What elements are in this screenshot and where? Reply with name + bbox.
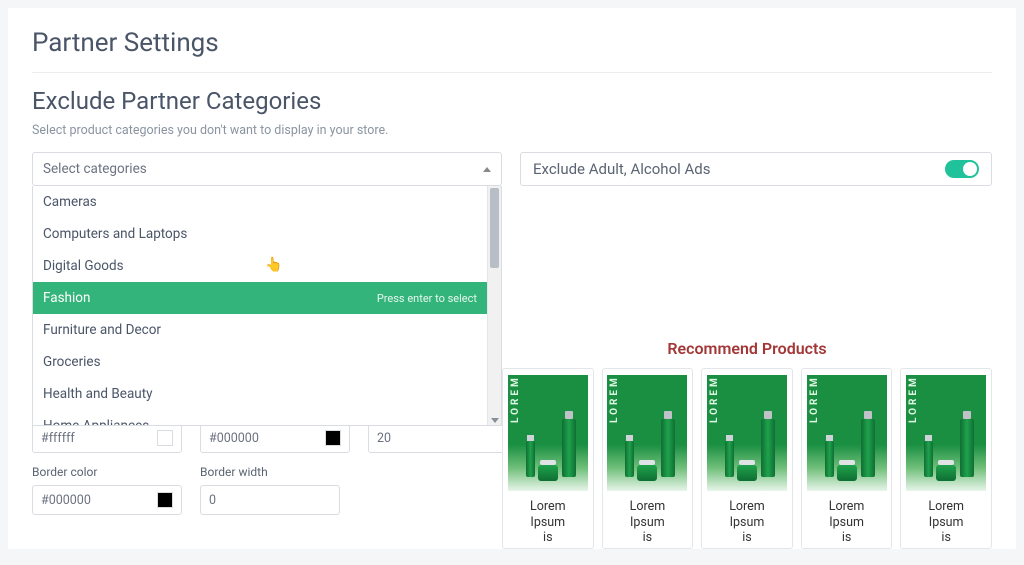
dropdown-scrollbar[interactable] [487,186,501,425]
category-option-groceries[interactable]: Groceries [33,346,487,378]
product-name-line: is [507,530,589,546]
category-option-label: Cameras [43,194,97,210]
product-name: Lorem Ipsum is [607,499,689,546]
jar-icon [538,465,558,481]
bottle-small-icon [625,441,634,477]
text-color-swatch[interactable] [325,430,341,446]
border-color-input[interactable]: #000000 [32,485,182,515]
category-option-label: Groceries [43,354,101,370]
product-name-line: Ipsum [607,515,689,531]
toggle-column: Exclude Adult, Alcohol Ads [520,152,992,186]
bottle-large-icon [562,419,576,477]
border-width-label: Border width [200,465,340,479]
category-select-column: Select categories Cameras Computers and … [32,152,502,186]
product-name-line: Lorem [507,499,589,515]
category-option-cameras[interactable]: Cameras [33,186,487,218]
product-name-line: is [806,530,888,546]
product-card[interactable]: Lorem Ipsum is [801,368,893,549]
category-option-health-beauty[interactable]: Health and Beauty [33,378,487,410]
category-dropdown: Cameras Computers and Laptops Digital Go… [32,186,502,426]
chevron-down-icon [491,418,499,423]
bottle-small-icon [526,441,535,477]
number-input[interactable]: 20 [368,423,508,453]
preview-panel: Recommend Products Lorem Ipsum is [502,339,992,549]
category-select[interactable]: Select categories [32,152,502,186]
product-name: Lorem Ipsum is [905,499,987,546]
category-option-computers[interactable]: Computers and Laptops [33,218,487,250]
product-name-line: Lorem [607,499,689,515]
page-title: Partner Settings [32,28,992,73]
product-name: Lorem Ipsum is [507,499,589,546]
category-option-furniture[interactable]: Furniture and Decor [33,314,487,346]
bottle-small-icon [825,441,834,477]
product-card[interactable]: Lorem Ipsum is [900,368,992,549]
category-option-label: Furniture and Decor [43,322,161,338]
scrollbar-thumb[interactable] [490,188,499,268]
exclude-categories-title: Exclude Partner Categories [32,87,992,115]
text-color-input[interactable]: #000000 [200,423,350,453]
product-name-line: Ipsum [905,515,987,531]
settings-card: Partner Settings Exclude Partner Categor… [8,8,1016,549]
category-option-home-appliances[interactable]: Home Appliances [33,410,487,425]
border-width-input[interactable]: 0 [200,485,340,515]
product-card[interactable]: Lorem Ipsum is [602,368,694,549]
product-image [607,375,687,491]
product-image [906,375,986,491]
product-image [807,375,887,491]
style-form: #ffffff #000000 20 Border color #000000 … [32,423,512,515]
category-select-placeholder: Select categories [43,161,147,177]
product-name: Lorem Ipsum is [706,499,788,546]
product-name-line: Lorem [806,499,888,515]
exclude-adult-toggle-row: Exclude Adult, Alcohol Ads [520,152,992,186]
jar-icon [637,465,657,481]
category-option-label: Digital Goods [43,258,124,274]
product-name-line: Lorem [706,499,788,515]
border-width-value: 0 [209,493,216,508]
jar-icon [837,465,857,481]
border-color-label: Border color [32,465,182,479]
product-grid: Lorem Ipsum is Lorem Ipsum is [502,368,992,549]
product-name-line: is [607,530,689,546]
preview-title: Recommend Products [502,339,992,358]
bottle-large-icon [861,419,875,477]
category-option-fashion[interactable]: Fashion Press enter to select [33,282,487,314]
bottle-large-icon [761,419,775,477]
settings-row: Select categories Cameras Computers and … [32,152,992,186]
bottle-small-icon [725,441,734,477]
product-name-line: Ipsum [507,515,589,531]
category-option-label: Computers and Laptops [43,226,187,242]
product-name-line: Ipsum [806,515,888,531]
bottle-large-icon [960,419,974,477]
category-option-digital-goods[interactable]: Digital Goods [33,250,487,282]
product-image [707,375,787,491]
product-name-line: is [905,530,987,546]
category-option-label: Fashion [43,290,90,306]
chevron-up-icon [483,167,491,172]
category-option-label: Home Appliances [43,418,149,425]
number-input-value: 20 [377,431,391,446]
border-color-value: #000000 [41,493,91,508]
product-image [508,375,588,491]
product-name-line: Lorem [905,499,987,515]
jar-icon [936,465,956,481]
exclude-categories-desc: Select product categories you don't want… [32,123,992,138]
product-name-line: Ipsum [706,515,788,531]
category-option-label: Health and Beauty [43,386,153,402]
text-color-value: #000000 [209,431,259,446]
product-name: Lorem Ipsum is [806,499,888,546]
border-color-swatch[interactable] [157,492,173,508]
product-card[interactable]: Lorem Ipsum is [502,368,594,549]
bg-color-input[interactable]: #ffffff [32,423,182,453]
exclude-adult-toggle[interactable] [945,160,979,178]
jar-icon [737,465,757,481]
select-hint: Press enter to select [377,292,477,305]
bottle-large-icon [661,419,675,477]
product-name-line: is [706,530,788,546]
product-card[interactable]: Lorem Ipsum is [701,368,793,549]
exclude-adult-label: Exclude Adult, Alcohol Ads [533,160,710,178]
bottle-small-icon [924,441,933,477]
bg-color-swatch[interactable] [157,430,173,446]
bg-color-value: #ffffff [41,431,75,446]
category-dropdown-list: Cameras Computers and Laptops Digital Go… [33,186,487,425]
